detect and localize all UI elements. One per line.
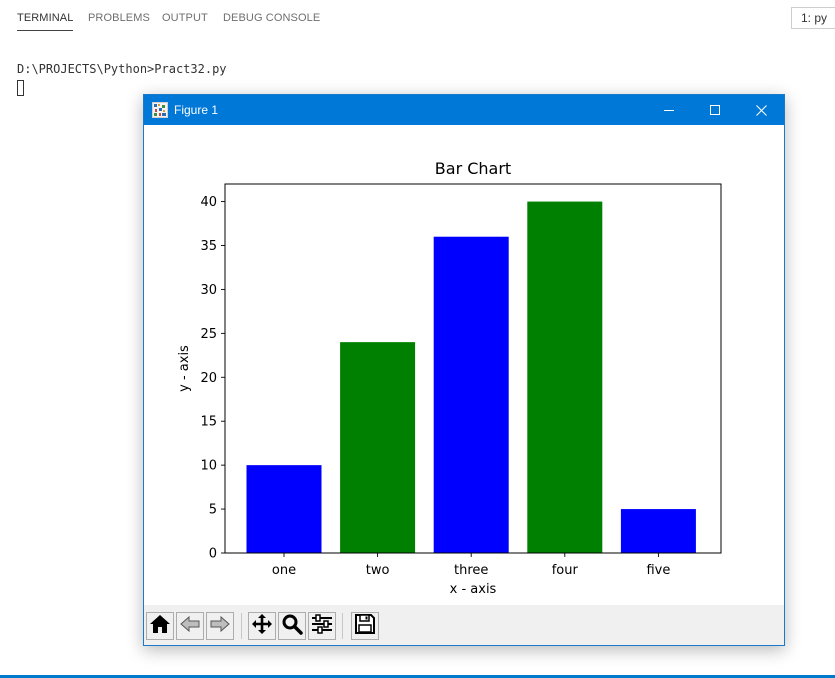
x-tick-label: two — [366, 563, 390, 578]
forward-button[interactable] — [206, 612, 234, 640]
minimize-icon — [664, 105, 674, 115]
maximize-icon — [710, 105, 720, 115]
y-axis-label: y - axis — [177, 345, 192, 392]
x-tick-label: one — [272, 563, 296, 578]
y-tick-label: 25 — [200, 327, 217, 342]
zoom-magnifier-icon — [281, 613, 303, 639]
toolbar-separator — [241, 613, 242, 639]
x-axis-label: x - axis — [450, 582, 497, 597]
close-icon — [755, 104, 767, 116]
y-tick-label: 15 — [200, 415, 217, 430]
bar-three — [433, 236, 509, 553]
zoom-button[interactable] — [278, 612, 306, 640]
bar-two — [340, 342, 416, 553]
y-tick-label: 0 — [209, 547, 217, 562]
terminal-cursor[interactable] — [17, 80, 24, 96]
save-floppy-icon — [355, 614, 375, 638]
configure-subplots-button[interactable] — [308, 612, 336, 640]
panel-tab-bar: TERMINAL PROBLEMS OUTPUT DEBUG CONSOLE 1… — [0, 0, 835, 36]
minimize-button[interactable] — [646, 95, 692, 125]
toolbar-separator — [342, 613, 343, 639]
navigation-toolbar — [144, 605, 784, 645]
maximize-button[interactable] — [692, 95, 738, 125]
chart-title: Bar Chart — [435, 159, 511, 178]
x-tick-label: three — [454, 563, 488, 578]
back-button[interactable] — [176, 612, 204, 640]
bar-four — [527, 201, 603, 554]
x-tick-label: five — [646, 563, 670, 578]
y-tick-label: 40 — [200, 195, 217, 210]
terminal-selector-dropdown[interactable]: 1: py — [791, 7, 835, 29]
home-button[interactable] — [146, 612, 174, 640]
tab-output[interactable]: OUTPUT — [162, 12, 208, 24]
tab-debug-console[interactable]: DEBUG CONSOLE — [223, 12, 320, 24]
pan-move-icon — [251, 613, 273, 639]
window-title: Figure 1 — [174, 103, 219, 117]
bar-five — [620, 509, 696, 553]
tab-terminal[interactable]: TERMINAL — [17, 12, 74, 31]
y-tick-label: 5 — [209, 503, 217, 518]
configure-subplots-icon — [311, 614, 333, 638]
figure-canvas[interactable]: Bar Chart 0 5 10 15 20 25 30 35 40 one two three four… — [144, 125, 784, 605]
y-tick-label: 35 — [200, 239, 217, 254]
back-arrow-icon — [179, 615, 201, 637]
close-button[interactable] — [738, 95, 784, 125]
x-tick-label: four — [552, 563, 579, 578]
tab-problems[interactable]: PROBLEMS — [88, 12, 150, 24]
bar-chart: Bar Chart 0 5 10 15 20 25 30 35 40 one two three four… — [177, 159, 722, 597]
y-tick-label: 20 — [200, 371, 217, 386]
matplotlib-figure-icon — [152, 102, 168, 118]
figure-window[interactable]: Figure 1 Bar Chart 0 5 10 15 20 25 30 35 40 one two… — [143, 94, 785, 646]
pan-button[interactable] — [248, 612, 276, 640]
home-icon — [149, 614, 171, 638]
y-tick-label: 10 — [200, 459, 217, 474]
terminal-command-line: D:\PROJECTS\Python>Pract32.py — [17, 62, 227, 76]
bar-one — [246, 465, 322, 553]
window-titlebar[interactable]: Figure 1 — [144, 95, 784, 125]
forward-arrow-icon — [209, 615, 231, 637]
y-tick-label: 30 — [200, 283, 217, 298]
save-button[interactable] — [351, 612, 379, 640]
